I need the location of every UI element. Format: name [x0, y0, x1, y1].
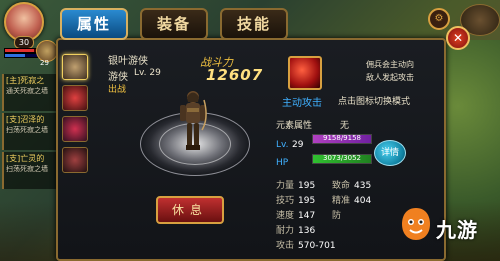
mercenary-slot-3[interactable]	[62, 116, 88, 142]
level-label: Lv.	[276, 140, 289, 150]
quest-item[interactable]: [主]死寂之 通关死寂之墙	[2, 74, 64, 111]
close-icon[interactable]: ✕	[446, 26, 470, 50]
element-attr-label: 元素属性	[276, 121, 313, 131]
mercenary-slot-1[interactable]	[62, 54, 88, 80]
stat-empty	[332, 223, 336, 233]
quest-title: [支]亡灵的	[6, 154, 45, 163]
hp-label: HP	[276, 158, 289, 168]
stat-accuracy: 精准 404	[332, 196, 372, 206]
hp-text: 3073/3052	[323, 154, 361, 162]
character-class: 游侠	[108, 72, 128, 83]
character-level: Lv. 29	[134, 68, 161, 78]
quest-item[interactable]: [支]亡灵的 扫荡死寂之墙	[2, 152, 64, 189]
mercenary-slot-4[interactable]	[62, 147, 88, 173]
skill-switch-hint: 点击图标切换模式	[338, 97, 411, 107]
quest-title: [主]死寂之	[6, 76, 45, 85]
hero-mp-bar	[4, 53, 40, 58]
settings-icon[interactable]: ⚙	[428, 8, 450, 30]
skill-mode-label: 主动攻击	[282, 98, 322, 109]
combat-power-value: 12607	[206, 66, 264, 84]
level-value: 29	[292, 140, 304, 150]
quest-title: [支]沼泽的	[6, 115, 45, 124]
mercenary-list	[62, 54, 88, 178]
tab-attributes[interactable]: 属性	[60, 8, 128, 40]
experience-bar: 9158/9158	[312, 134, 372, 144]
hp-bar: 3073/3052	[312, 154, 372, 164]
character-model[interactable]	[176, 88, 210, 154]
quest-item[interactable]: [支]沼泽的 扫荡死寂之墙	[2, 113, 64, 150]
jiuyou-logo-icon	[402, 208, 430, 240]
watermark-text: 九游	[436, 218, 478, 242]
quest-desc: 通关死寂之墙	[6, 87, 48, 95]
skill-mode-desc: 佣兵会主动向 敌人发起攻击	[346, 58, 434, 84]
tab-skills[interactable]: 技能	[220, 8, 288, 40]
pet-level: 29	[40, 59, 49, 67]
deployed-status: 出战	[108, 85, 127, 95]
quest-desc: 扫荡死寂之墙	[6, 126, 48, 134]
stat-speed: 速度 147	[276, 211, 316, 221]
stat-strength: 力量 195	[276, 181, 316, 191]
skill-mode-icon[interactable]	[288, 56, 322, 90]
hero-hp-fill	[5, 49, 34, 52]
element-attr-value: 无	[340, 121, 350, 131]
skill-desc-line-1: 佣兵会主动向	[366, 60, 414, 69]
stat-stamina: 耐力 136	[276, 226, 316, 236]
skill-desc-line-2: 敌人发起攻击	[366, 73, 414, 82]
stat-attack: 攻击 570-701	[276, 241, 336, 251]
quest-desc: 扫荡死寂之墙	[6, 165, 48, 173]
rest-button[interactable]: 休息	[156, 196, 224, 224]
stat-defense: 防	[332, 211, 342, 221]
experience-text: 9158/9158	[323, 134, 361, 142]
quest-list: [主]死寂之 通关死寂之墙 [支]沼泽的 扫荡死寂之墙 [支]亡灵的 扫荡死寂之…	[2, 74, 64, 191]
character-name: 银叶游侠	[108, 56, 148, 67]
hero-mp-fill	[5, 54, 26, 57]
stat-skill: 技巧 195	[276, 196, 316, 206]
stat-critical: 致命 435	[332, 181, 372, 191]
mercenary-slot-2[interactable]	[62, 85, 88, 111]
tab-equipment[interactable]: 装备	[140, 8, 208, 40]
details-button[interactable]: 详情	[374, 140, 406, 166]
